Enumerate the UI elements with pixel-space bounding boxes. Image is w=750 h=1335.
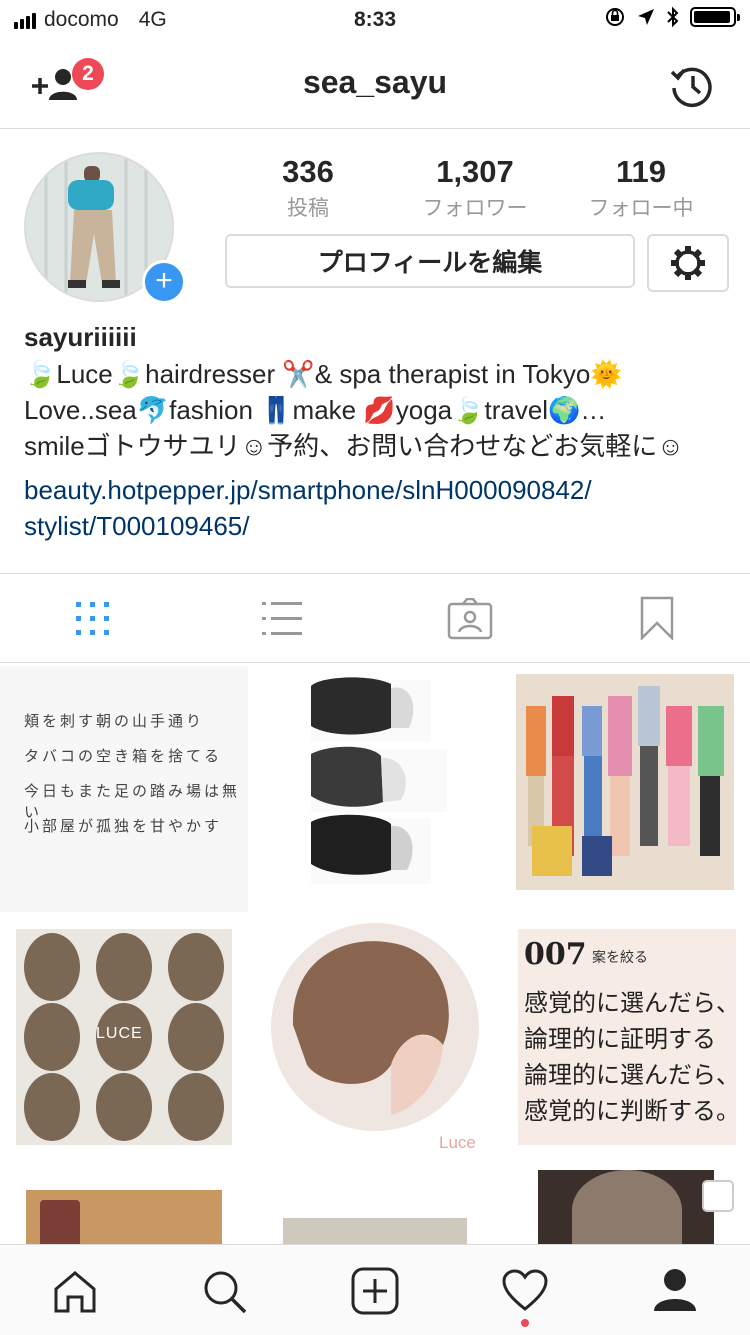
orientation-lock-icon: [606, 8, 624, 26]
luce-label: LUCE: [96, 1025, 143, 1042]
quote-number: 007: [524, 937, 587, 972]
stat-posts[interactable]: 336 投稿: [228, 154, 388, 222]
tagged-icon[interactable]: [447, 598, 493, 640]
post-tile-poem[interactable]: 頬を刺す朝の山手通り タバコの空き箱を捨てる 今日もまた足の踏み場は無い 小部屋…: [0, 666, 248, 912]
profile-bio: 🍃Luce🍃hairdresser ✂️& spa therapist in T…: [24, 356, 734, 464]
quote-line: 論理的に証明する: [524, 1025, 716, 1053]
quote-line: 感覚的に判断する。: [524, 1097, 740, 1125]
followers-count: 1,307: [436, 154, 514, 189]
poem-line: 頬を刺す朝の山手通り: [24, 712, 205, 730]
bio-line: Love..sea🐬fashion 👖make 💋yoga🍃travel🌍…: [24, 395, 607, 425]
location-icon: [638, 9, 654, 25]
edit-profile-button[interactable]: プロフィールを編集: [225, 234, 635, 288]
activity-dot: [521, 1319, 529, 1327]
grid-icon[interactable]: [74, 600, 112, 638]
multi-photo-icon: [702, 1180, 734, 1212]
stat-following[interactable]: 119 フォロー中: [561, 154, 721, 222]
quote-line: 感覚的に選んだら、: [524, 989, 740, 1017]
link-line: beauty.hotpepper.jp/smartphone/slnH00009…: [24, 475, 592, 505]
status-bar: docomo 4G 8:33: [0, 0, 750, 40]
followers-label: フォロワー: [422, 197, 528, 220]
stat-followers[interactable]: 1,307 フォロワー: [395, 154, 555, 222]
post-tile-partial[interactable]: [0, 1164, 248, 1244]
gear-icon: [671, 246, 705, 280]
home-icon[interactable]: [52, 1269, 98, 1315]
posts-count: 336: [282, 154, 334, 189]
settings-button[interactable]: [647, 234, 729, 292]
bio-line: smileゴトウサユリ☺予約、お問い合わせなどお気軽に☺: [24, 431, 684, 461]
posts-label: 投稿: [287, 197, 329, 220]
profile-tabs: [0, 573, 750, 663]
battery-icon: [690, 7, 740, 27]
add-post-icon[interactable]: [351, 1267, 399, 1315]
bookmark-icon[interactable]: [640, 596, 674, 640]
bluetooth-icon: [667, 6, 679, 28]
profile-name: sayuriiiiii: [24, 322, 137, 352]
profile-website-link[interactable]: beauty.hotpepper.jp/smartphone/slnH00009…: [24, 472, 734, 544]
add-story-button[interactable]: +: [142, 260, 186, 304]
post-tile-fashion-collage[interactable]: [502, 666, 750, 912]
top-header: 2 sea_sayu: [0, 40, 750, 129]
post-tile-partial[interactable]: [251, 1164, 499, 1244]
heart-icon[interactable]: [502, 1269, 548, 1311]
search-icon[interactable]: [202, 1269, 248, 1315]
quote-tag: 案を絞る: [592, 950, 648, 966]
link-line: stylist/T000109465/: [24, 511, 250, 541]
poem-line: 小部屋が孤独を甘やかす: [24, 817, 223, 835]
post-tile-luce-hair[interactable]: LUCE: [0, 915, 248, 1161]
quote-line: 論理的に選んだら、: [524, 1061, 740, 1089]
bio-line: 🍃Luce🍃hairdresser ✂️& spa therapist in T…: [24, 359, 623, 389]
poem-line: タバコの空き箱を捨てる: [24, 747, 223, 765]
post-tile-portraits[interactable]: [251, 666, 499, 912]
profile-icon[interactable]: [652, 1267, 698, 1313]
post-tile-partial[interactable]: [502, 1164, 750, 1244]
history-icon[interactable]: [668, 62, 716, 110]
bottom-nav: [0, 1244, 750, 1335]
following-label: フォロー中: [588, 197, 694, 220]
post-tile-portrait-circle[interactable]: Luce: [251, 915, 499, 1161]
following-count: 119: [615, 154, 666, 189]
post-tile-quote[interactable]: 007 案を絞る 感覚的に選んだら、 論理的に証明する 論理的に選んだら、 感覚…: [502, 915, 750, 1161]
page-title: sea_sayu: [302, 64, 448, 100]
portrait-label: Luce: [439, 1133, 476, 1152]
list-icon[interactable]: [262, 600, 302, 638]
